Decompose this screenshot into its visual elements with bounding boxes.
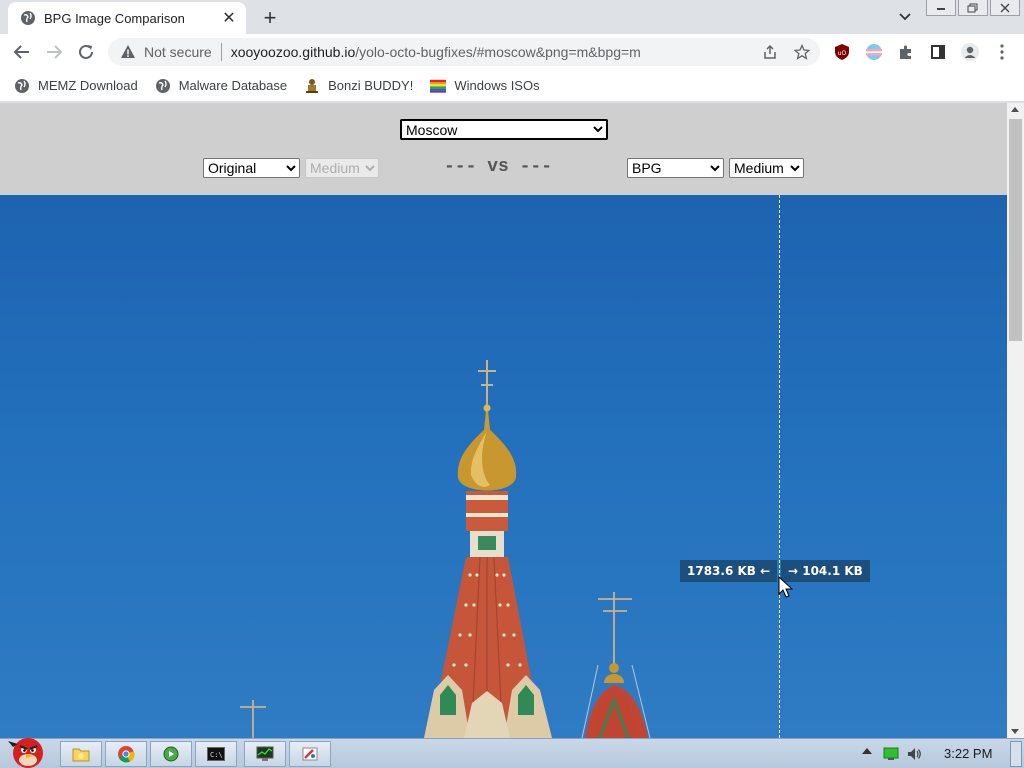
- scroll-up-icon[interactable]: [1011, 107, 1019, 112]
- omnibox-separator: [220, 43, 222, 61]
- comparison-controls: Moscow Original Medium --- vs --- BPG Me…: [0, 103, 1007, 195]
- taskbar-clock[interactable]: 3:22 PM: [944, 746, 992, 761]
- paint-icon: [302, 747, 318, 761]
- taskbar: C:\ 3:22 PM: [0, 738, 1024, 768]
- extensions-puzzle-icon[interactable]: [896, 42, 916, 62]
- left-quality-select[interactable]: Medium: [305, 158, 379, 178]
- moscow-cathedral-image: [240, 360, 651, 738]
- globe-icon: [155, 78, 171, 94]
- folder-icon: [72, 748, 90, 762]
- side-panel-icon[interactable]: [928, 42, 948, 62]
- svg-text:C:\: C:\: [210, 751, 223, 759]
- share-icon[interactable]: [761, 43, 779, 61]
- show-desktop-button[interactable]: [1010, 741, 1022, 767]
- chevron-down-icon[interactable]: [896, 8, 914, 26]
- security-status[interactable]: Not secure: [144, 44, 212, 60]
- bonzi-icon: [304, 78, 320, 94]
- volume-icon[interactable]: [906, 746, 922, 762]
- taskbar-media-player[interactable]: [150, 741, 192, 767]
- scroll-down-icon[interactable]: [1011, 729, 1019, 734]
- address-bar[interactable]: Not secure xooyoozoo.github.io/yolo-octo…: [108, 38, 820, 66]
- bookmark-malware-database[interactable]: Malware Database: [155, 78, 287, 94]
- new-tab-button[interactable]: +: [258, 5, 282, 30]
- bookmark-memz-download[interactable]: MEMZ Download: [14, 78, 138, 94]
- mouse-cursor-icon: [778, 576, 794, 598]
- tab-strip: BPG Image Comparison ✕ +: [0, 0, 1024, 34]
- page-scrollbar[interactable]: [1007, 103, 1024, 738]
- close-window-icon[interactable]: [990, 0, 1020, 16]
- close-icon[interactable]: ✕: [220, 9, 238, 27]
- scroll-thumb[interactable]: [1009, 119, 1022, 341]
- vs-label: --- vs ---: [444, 157, 553, 177]
- tray-expand-icon[interactable]: [862, 748, 872, 754]
- url-path[interactable]: /yolo-octo-bugfixes/#moscow&png=m&bpg=m: [355, 44, 641, 60]
- profile-avatar-icon[interactable]: [960, 42, 980, 62]
- bookmark-bonzi-buddy[interactable]: Bonzi BUDDY!: [304, 78, 413, 94]
- extension-stripes-icon[interactable]: [864, 42, 884, 62]
- right-quality-select[interactable]: Medium: [729, 158, 804, 178]
- restore-icon[interactable]: [958, 0, 988, 16]
- taskbar-task-manager[interactable]: [244, 741, 286, 767]
- bookmark-label: Malware Database: [178, 78, 288, 93]
- windows-flag-icon: [430, 78, 447, 94]
- taskbar-chrome[interactable]: [105, 741, 147, 767]
- tab-title: BPG Image Comparison: [44, 10, 185, 26]
- network-icon[interactable]: [883, 746, 899, 762]
- taskbar-paint[interactable]: [289, 741, 331, 767]
- taskbar-command-prompt[interactable]: C:\: [195, 741, 237, 767]
- bookmark-windows-isos[interactable]: Windows ISOs: [430, 78, 540, 94]
- comparison-split-line[interactable]: [779, 195, 780, 738]
- right-format-select[interactable]: BPG: [627, 158, 724, 178]
- comparison-image[interactable]: 1783.6 KB ← → 104.1 KB: [0, 195, 1007, 738]
- terminal-icon: C:\: [207, 747, 225, 761]
- forward-arrow-icon[interactable]: [42, 40, 66, 64]
- image-select[interactable]: Moscow: [400, 119, 608, 140]
- media-player-icon: [163, 746, 179, 762]
- right-file-size: → 104.1 KB: [781, 560, 870, 582]
- page-content: Moscow Original Medium --- vs --- BPG Me…: [0, 103, 1007, 738]
- tab-bpg-image-comparison[interactable]: BPG Image Comparison ✕: [8, 2, 246, 34]
- warning-icon[interactable]: [120, 44, 136, 60]
- left-file-size: 1783.6 KB ←: [680, 560, 778, 582]
- svg-text:uO: uO: [838, 50, 847, 57]
- window-controls: [926, 0, 1022, 18]
- star-icon[interactable]: [793, 43, 811, 61]
- minimize-icon[interactable]: [926, 0, 956, 16]
- bookmark-label: Bonzi BUDDY!: [328, 78, 414, 93]
- task-manager-icon: [256, 746, 274, 761]
- menu-kebab-icon[interactable]: [992, 42, 1012, 62]
- taskbar-explorer[interactable]: [60, 741, 102, 767]
- url-host[interactable]: xooyoozoo.github.io: [231, 44, 356, 60]
- globe-icon: [20, 10, 36, 26]
- bookmark-label: MEMZ Download: [38, 78, 138, 93]
- ublock-icon[interactable]: uO: [832, 42, 852, 62]
- back-arrow-icon[interactable]: [10, 40, 34, 64]
- left-format-select[interactable]: Original: [203, 158, 300, 178]
- chrome-icon: [118, 746, 135, 763]
- bookmark-label: Windows ISOs: [454, 78, 540, 93]
- bookmarks-bar: MEMZ Download Malware Database Bonzi BUD…: [0, 70, 1024, 102]
- reload-icon[interactable]: [74, 40, 98, 64]
- start-button-angry-bird-icon[interactable]: [4, 731, 50, 768]
- globe-icon: [14, 78, 30, 94]
